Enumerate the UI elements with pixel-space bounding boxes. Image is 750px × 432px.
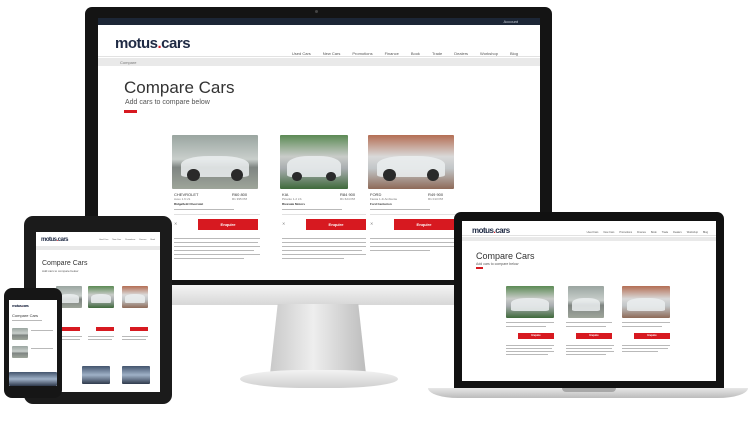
breadcrumb-compare[interactable]: Compare [120, 60, 136, 65]
nav-item-book[interactable]: Book [150, 239, 155, 241]
car-photo[interactable] [568, 286, 604, 318]
car-monthly: R1 013 PM [428, 197, 444, 201]
nav-item-blog[interactable]: Blog [703, 231, 708, 234]
nav-item-finance[interactable]: Finance [385, 51, 399, 56]
enquire-button[interactable]: Enquire [634, 333, 670, 339]
enquire-button[interactable]: Enquire [518, 333, 554, 339]
motus-cars-logo[interactable]: motus.cars [472, 226, 510, 235]
nav-item-book[interactable]: Book [411, 51, 420, 56]
enquire-button[interactable]: Enquire [306, 219, 366, 230]
remove-car-icon[interactable]: ✕ [282, 221, 285, 226]
nav-item-used-cars[interactable]: Used Cars [587, 231, 599, 234]
remove-car-icon[interactable]: ✕ [370, 221, 373, 226]
car-photo[interactable] [88, 286, 114, 308]
nav-item-trade[interactable]: Trade [432, 51, 442, 56]
enquire-button[interactable]: Enquire [576, 333, 612, 339]
breadcrumb [36, 246, 160, 250]
breadcrumb [462, 237, 716, 241]
nav-item-new-cars[interactable]: New Cars [323, 51, 341, 56]
nav-item-workshop[interactable]: Workshop [480, 51, 498, 56]
nav-item-used-cars[interactable]: Used Cars [99, 239, 108, 241]
site-header: motus.cars Used Cars New Cars Promotions… [98, 25, 540, 57]
nav-item-promotions[interactable]: Promotions [352, 51, 372, 56]
nav-item-promotions[interactable]: Promotions [125, 239, 135, 241]
car-card: KIA R84 900 Picanto 1.2 LS R1 624 PM Ric… [278, 132, 374, 280]
nav-item-finance[interactable]: Finance [637, 231, 646, 234]
car-model: Aveo 1.6 LS [174, 197, 191, 201]
enquire-button[interactable]: Enquire [394, 219, 454, 230]
nav-item-new-cars[interactable]: New Cars [603, 231, 614, 234]
page-subtitle: Add cars to compare below [42, 269, 79, 273]
car-card: FORD R49 900 Fiesta 1.4i Ambiente R1 013… [366, 132, 462, 280]
nav-item-book[interactable]: Book [651, 231, 657, 234]
page-subtitle: Add cars to compare below [476, 262, 519, 266]
laptop-screen: motus.cars Used Cars New Cars Promotions… [462, 221, 716, 381]
car-dealer: Ridgefield Chevrolet [174, 202, 204, 206]
car-photo[interactable] [506, 286, 554, 318]
car-dealer: Ricevale Motors [282, 202, 306, 206]
imac-stand [270, 304, 366, 374]
car-model: Fiesta 1.4i Ambiente [370, 197, 398, 201]
nav-item-used-cars[interactable]: Used Cars [292, 51, 311, 56]
car-photo[interactable] [122, 366, 150, 384]
car-photo[interactable] [368, 135, 454, 189]
enquire-button[interactable]: Enquire [198, 219, 258, 230]
nav-item-blog[interactable]: Blog [510, 51, 518, 56]
page-subtitle: Add cars to compare below [125, 99, 210, 106]
nav-item-dealers[interactable]: Dealers [673, 231, 682, 234]
car-photo[interactable] [12, 346, 28, 358]
phone-footer-bar [9, 372, 57, 386]
car-dealer: Ford Centurion [370, 202, 392, 206]
imac-stand-base [240, 370, 398, 388]
enquire-button[interactable] [62, 327, 80, 331]
nav-item-dealers[interactable]: Dealers [454, 51, 468, 56]
car-photo[interactable] [172, 135, 258, 189]
car-card: CHEVROLET R60 800 Aveo 1.6 LS R1 395 PM … [170, 132, 266, 280]
page-title: Compare Cars [42, 260, 88, 267]
title-accent-bar [476, 267, 483, 269]
page-title: Compare Cars [476, 251, 535, 261]
car-photo[interactable] [82, 366, 110, 384]
car-monthly: R1 624 PM [340, 197, 356, 201]
nav-item-trade[interactable]: Trade [662, 231, 668, 234]
car-photo[interactable] [622, 286, 670, 318]
site-header: motus.cars Used Cars New Cars Promotions… [462, 221, 716, 236]
top-utility-bar: Account [98, 18, 540, 25]
car-model: Picanto 1.2 LS [282, 197, 302, 201]
phone-screen: motus.cars Compare Cars [9, 300, 57, 386]
car-photo[interactable] [280, 135, 348, 189]
main-nav: Used Cars New Cars Promotions Finance Bo… [99, 239, 155, 241]
car-monthly: R1 395 PM [232, 197, 248, 201]
car-photo[interactable] [12, 328, 28, 340]
main-nav: Used Cars New Cars Promotions Finance Bo… [587, 231, 708, 234]
account-link[interactable]: Account [504, 19, 518, 24]
main-nav: Used Cars New Cars Promotions Finance Bo… [292, 51, 518, 56]
nav-item-workshop[interactable]: Workshop [687, 231, 698, 234]
remove-car-icon[interactable]: ✕ [174, 221, 177, 226]
nav-item-finance[interactable]: Finance [139, 239, 146, 241]
page-title: Compare Cars [124, 78, 235, 97]
enquire-button[interactable] [96, 327, 114, 331]
nav-item-new-cars[interactable]: New Cars [112, 239, 121, 241]
title-accent-bar [124, 110, 137, 113]
laptop-notch [562, 388, 616, 392]
page-title: Compare Cars [12, 313, 39, 318]
camera-dot [315, 10, 318, 13]
car-photo[interactable] [122, 286, 148, 308]
breadcrumb: Compare [98, 58, 540, 66]
motus-cars-logo[interactable]: motus.cars [115, 35, 191, 52]
enquire-button[interactable] [130, 327, 148, 331]
nav-item-promotions[interactable]: Promotions [619, 231, 632, 234]
motus-cars-logo[interactable]: motus.cars [12, 303, 29, 308]
motus-cars-logo[interactable]: motus.cars [41, 237, 69, 243]
